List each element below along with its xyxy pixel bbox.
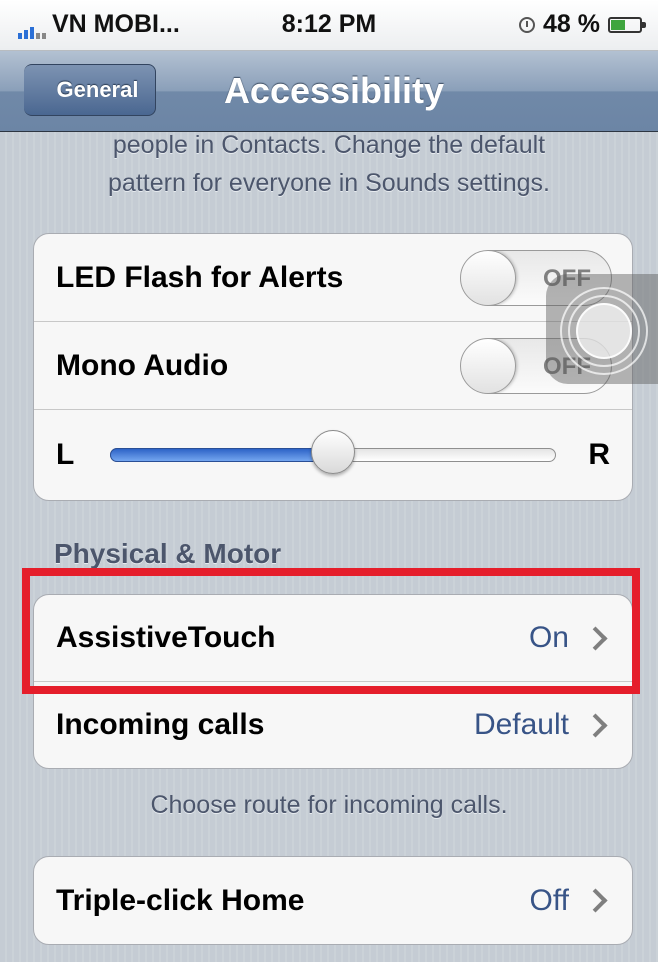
slider-fill bbox=[110, 448, 333, 462]
highlight-box bbox=[22, 568, 640, 694]
incoming-calls-label: Incoming calls bbox=[56, 708, 265, 741]
battery-percent: 48 % bbox=[543, 10, 600, 38]
navigation-bar: General Accessibility bbox=[0, 51, 658, 132]
balance-left-label: L bbox=[56, 438, 75, 471]
triple-click-home-label: Triple-click Home bbox=[56, 883, 305, 917]
status-bar: VN MOBI... 8:12 PM 48 % bbox=[0, 0, 658, 51]
audio-balance-slider[interactable] bbox=[110, 430, 556, 474]
incoming-calls-value: Default bbox=[473, 708, 569, 741]
assistive-touch-floating-button[interactable] bbox=[546, 274, 658, 384]
triple-click-home-row[interactable]: Triple-click Home Off bbox=[34, 857, 632, 944]
switch-knob bbox=[461, 339, 516, 393]
slider-thumb[interactable] bbox=[311, 430, 355, 474]
chevron-right-icon bbox=[583, 712, 608, 738]
balance-right-label: R bbox=[588, 438, 610, 471]
triple-click-home-value: Off bbox=[529, 883, 569, 917]
back-button-label: General bbox=[56, 77, 139, 102]
audio-balance-row: L R bbox=[34, 410, 632, 500]
section-header-physical-motor: Physical & Motor bbox=[54, 538, 282, 569]
status-right: 48 % bbox=[519, 10, 646, 39]
incoming-calls-row[interactable]: Incoming calls Default bbox=[34, 682, 632, 768]
incoming-calls-footer: Choose route for incoming calls. bbox=[150, 791, 508, 819]
vibration-footer-line2: pattern for everyone in Sounds settings. bbox=[108, 169, 550, 197]
battery-icon bbox=[608, 16, 646, 33]
led-flash-row: LED Flash for Alerts OFF bbox=[34, 234, 632, 322]
assistive-ring-icon bbox=[576, 303, 632, 359]
triple-click-group: Triple-click Home Off bbox=[33, 856, 633, 945]
chevron-right-icon bbox=[583, 888, 608, 913]
vibration-footer-line1: people in Contacts. Change the default bbox=[112, 131, 546, 159]
hearing-settings-group: LED Flash for Alerts OFF Mono Audio OFF … bbox=[33, 233, 633, 501]
alarm-clock-icon bbox=[519, 16, 536, 33]
switch-knob bbox=[461, 251, 516, 305]
mono-audio-row: Mono Audio OFF bbox=[34, 322, 632, 410]
